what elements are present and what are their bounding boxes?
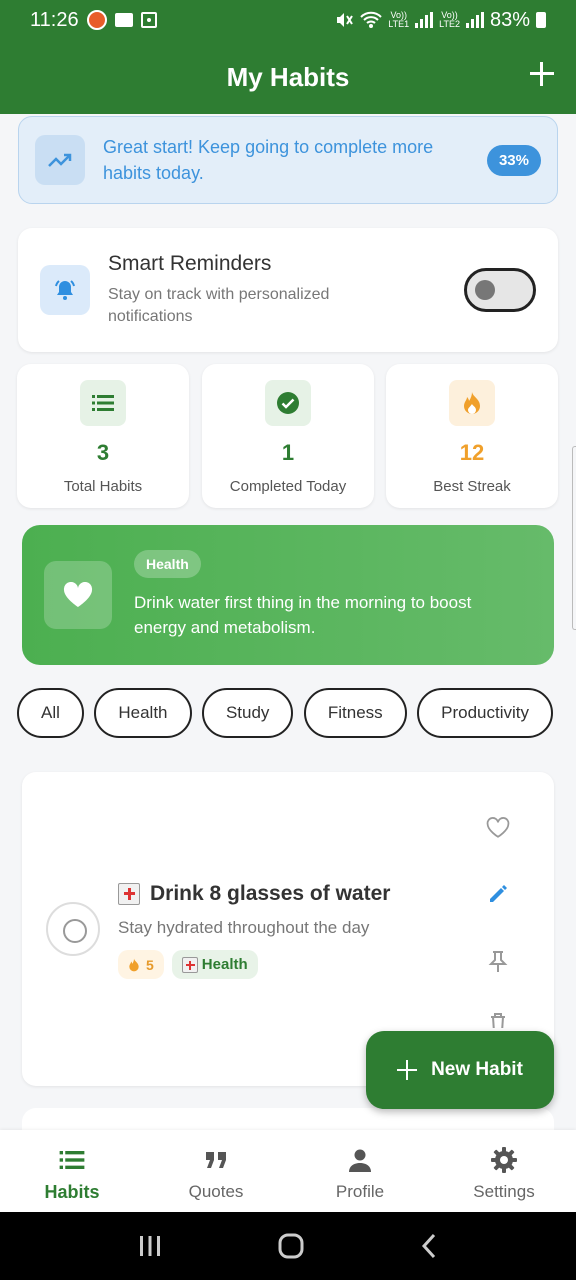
add-habit-icon[interactable] <box>530 62 554 86</box>
new-habit-button[interactable]: New Habit <box>366 1031 554 1109</box>
reminders-title: Smart Reminders <box>108 252 272 275</box>
stat-label: Completed Today <box>229 478 347 495</box>
stat-value: 1 <box>281 440 295 465</box>
filter-productivity[interactable]: Productivity <box>417 688 554 738</box>
habit-title: Drink 8 glasses of water <box>118 882 390 906</box>
delete-trash-icon[interactable] <box>484 1012 512 1028</box>
nav-quotes[interactable]: Quotes <box>144 1130 288 1212</box>
check-circle-icon <box>265 380 311 426</box>
recent-apps-icon[interactable] <box>138 1235 162 1257</box>
status-bar: 11:26 Vo)) LTE1 Vo)) LTE2 83% <box>0 0 576 40</box>
network-1: Vo)) LTE1 <box>388 10 410 29</box>
network-2: Vo)) LTE2 <box>439 10 460 29</box>
new-habit-label: New Habit <box>431 1059 523 1080</box>
stat-label: Total Habits <box>63 478 143 495</box>
quote-icon <box>201 1146 231 1174</box>
plus-icon <box>397 1060 418 1080</box>
mute-icon <box>337 13 354 27</box>
bottom-navigation: Habits Quotes Profile Settings <box>0 1130 576 1212</box>
habit-description: Stay hydrated throughout the day <box>118 918 370 937</box>
tip-category-tag: Health <box>134 550 201 578</box>
back-icon[interactable] <box>420 1233 438 1259</box>
hospital-icon <box>181 956 198 973</box>
screenshot-icon <box>140 12 157 28</box>
filter-health[interactable]: Health <box>94 688 192 738</box>
stat-best-streak: 12 Best Streak <box>386 364 558 508</box>
person-icon <box>345 1146 375 1174</box>
nav-settings[interactable]: Settings <box>432 1130 576 1212</box>
scroll-indicator <box>572 446 576 630</box>
status-time: 11:26 <box>30 8 79 31</box>
battery-level: 83% <box>489 8 530 31</box>
progress-percent-badge: 33% <box>486 144 541 176</box>
list-icon <box>80 380 126 426</box>
signal-2-icon <box>465 12 484 28</box>
gear-icon <box>489 1146 519 1174</box>
app-notification-icon <box>86 10 107 30</box>
health-tip-card: Health Drink water first thing in the mo… <box>22 525 554 665</box>
reminders-subtitle: Stay on track with personalized notifica… <box>108 286 330 325</box>
list-icon <box>57 1146 87 1174</box>
filter-fitness[interactable]: Fitness <box>303 688 407 738</box>
smart-reminders-card: Smart Reminders Stay on track with perso… <box>18 228 558 352</box>
progress-message: Great start! Keep going to complete more… <box>103 137 434 183</box>
stat-label: Best Streak <box>433 478 511 495</box>
folder-icon <box>114 13 133 27</box>
app-bar: My Habits <box>0 40 576 114</box>
home-icon[interactable] <box>277 1232 305 1260</box>
page-title: My Habits <box>226 61 350 92</box>
reminders-toggle[interactable] <box>464 268 536 312</box>
trending-up-icon <box>35 135 85 185</box>
stat-value: 12 <box>459 440 485 465</box>
favorite-heart-icon[interactable] <box>484 814 512 842</box>
signal-1-icon <box>415 12 434 28</box>
filter-all[interactable]: All <box>17 688 84 738</box>
stat-value: 3 <box>96 440 110 465</box>
category-badge: Health <box>171 950 258 979</box>
fire-icon <box>449 380 495 426</box>
tip-text: Drink water first thing in the morning t… <box>134 593 472 637</box>
category-filters: All Health Study Fitness Productivity <box>17 688 576 740</box>
filter-study[interactable]: Study <box>201 688 294 738</box>
bell-icon <box>40 265 90 315</box>
edit-pencil-icon[interactable] <box>484 880 512 908</box>
battery-icon <box>536 12 546 28</box>
stat-total-habits: 3 Total Habits <box>17 364 189 508</box>
fire-icon <box>129 958 139 971</box>
hospital-icon <box>118 883 140 905</box>
pin-icon[interactable] <box>484 948 512 976</box>
nav-profile[interactable]: Profile <box>288 1130 432 1212</box>
heart-icon <box>44 561 112 629</box>
nav-habits[interactable]: Habits <box>0 1130 144 1212</box>
stat-completed-today: 1 Completed Today <box>202 364 374 508</box>
habit-complete-checkbox[interactable] <box>46 902 100 956</box>
wifi-icon <box>360 11 382 28</box>
streak-badge: 5 <box>118 950 164 979</box>
system-navigation-bar <box>0 1212 576 1280</box>
progress-banner: Great start! Keep going to complete more… <box>18 116 558 204</box>
